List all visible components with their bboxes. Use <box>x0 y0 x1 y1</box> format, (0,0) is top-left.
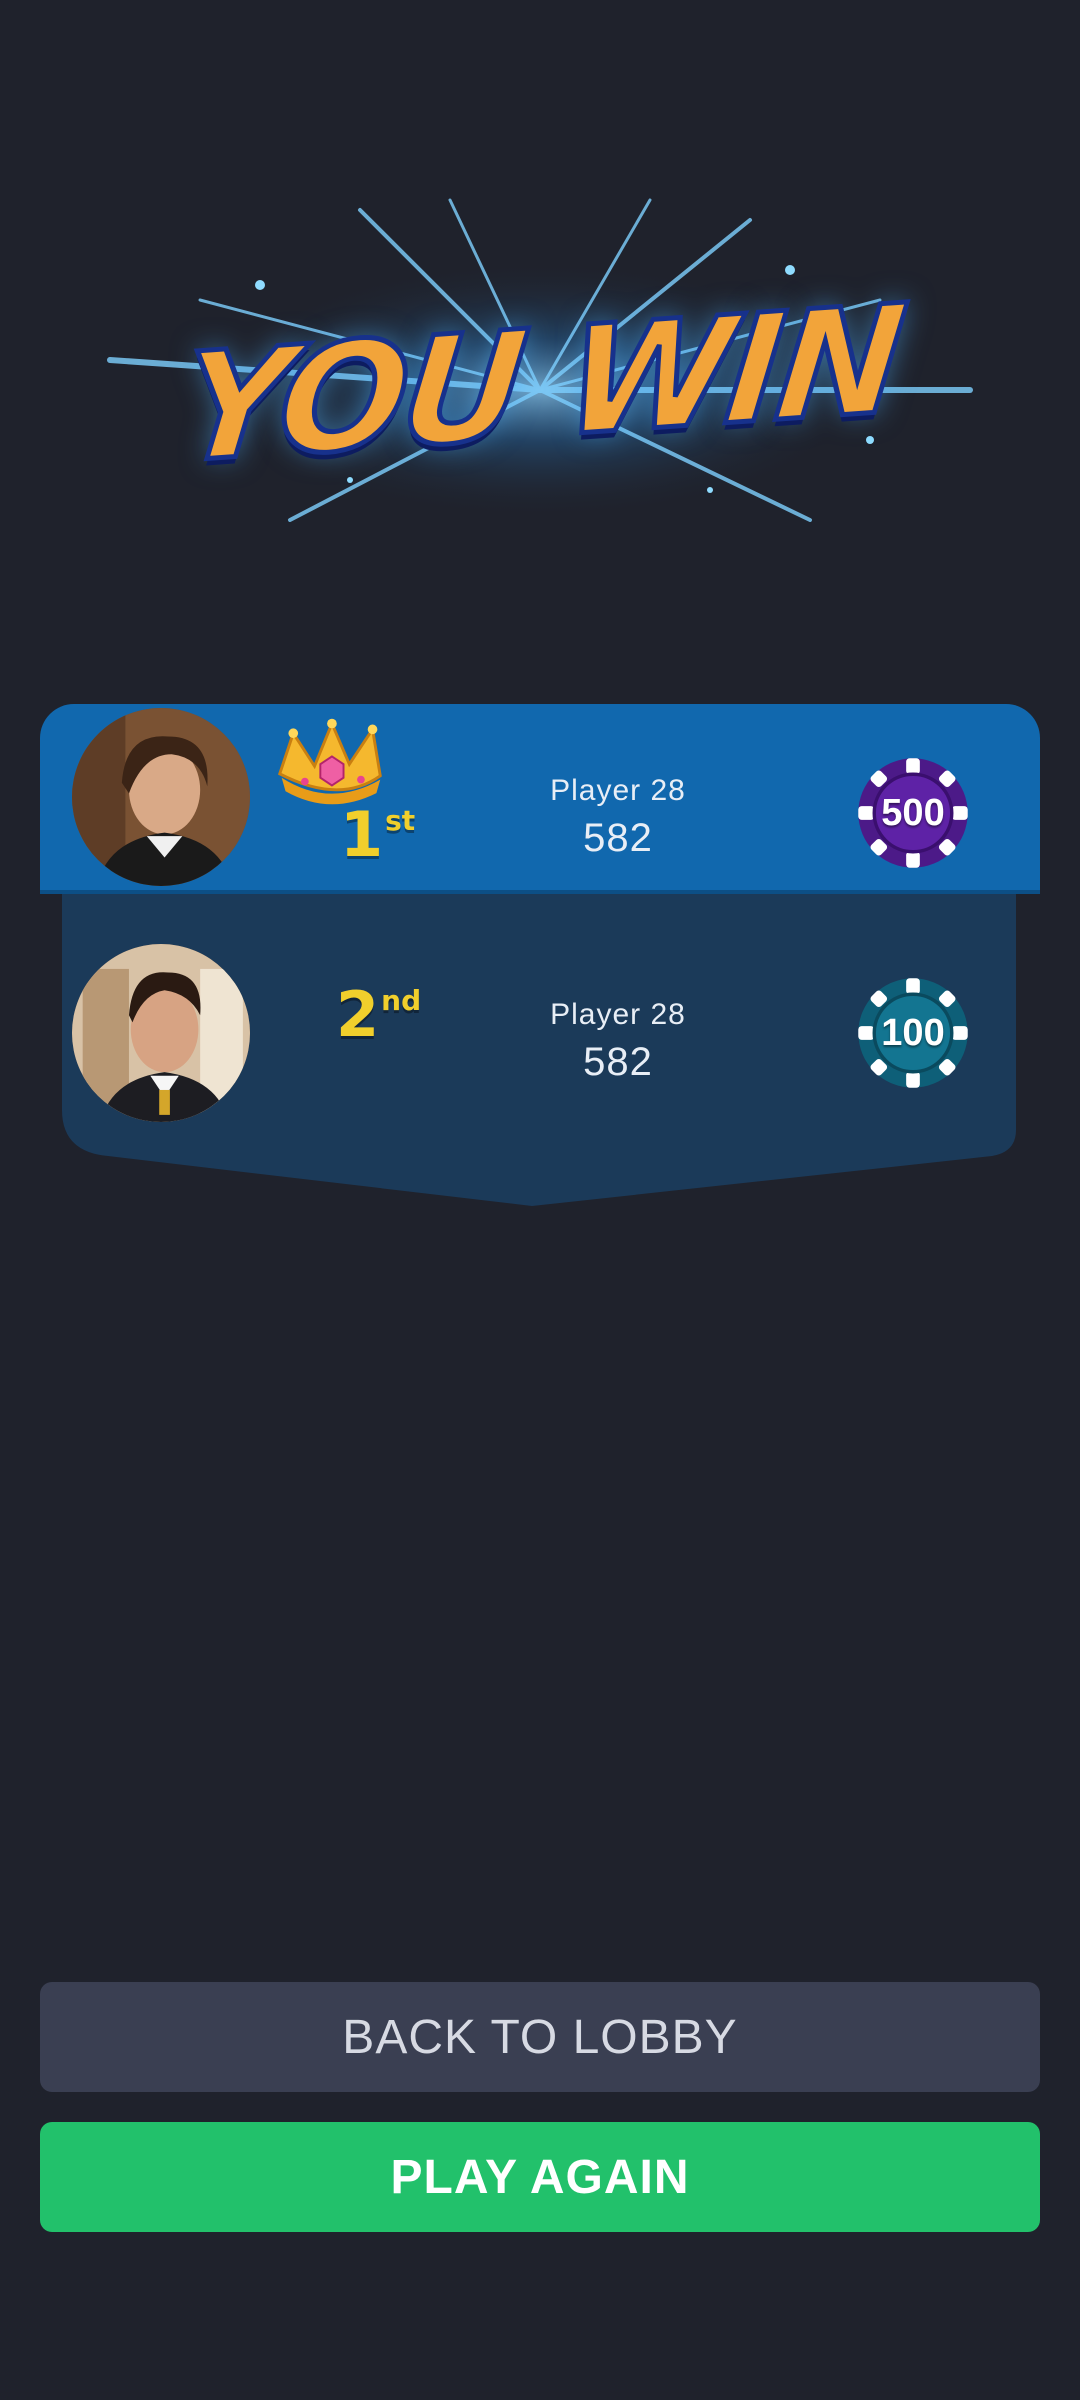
rank-second: 2nd <box>336 978 421 1051</box>
rank-suffix: nd <box>381 984 422 1017</box>
rank-number: 2 <box>336 978 380 1051</box>
player-score: 582 <box>583 1040 653 1084</box>
player-info-first: Player 28 582 <box>488 774 748 861</box>
player-name: Player 28 <box>550 998 686 1031</box>
player-name: Player 28 <box>550 774 686 807</box>
avatar-player-second <box>72 944 250 1122</box>
you-win-banner: YOU WIN <box>90 190 990 550</box>
chip-value: 500 <box>881 791 945 834</box>
crown-icon <box>272 714 388 824</box>
rank-suffix: st <box>385 804 416 837</box>
leaderboard-row-first: 1st Player 28 582 500 <box>40 704 1040 890</box>
leaderboard-row-second: 2nd Player 28 582 100 <box>62 894 1016 1122</box>
chip-100: 100 <box>856 976 970 1090</box>
chip-value: 100 <box>881 1011 945 1054</box>
player-info-second: Player 28 582 <box>488 998 748 1085</box>
player-score: 582 <box>583 816 653 860</box>
chip-500: 500 <box>856 756 970 870</box>
back-to-lobby-button[interactable]: BACK TO LOBBY <box>40 1982 1040 2092</box>
play-again-button[interactable]: PLAY AGAIN <box>40 2122 1040 2232</box>
avatar-player-first <box>72 708 250 886</box>
